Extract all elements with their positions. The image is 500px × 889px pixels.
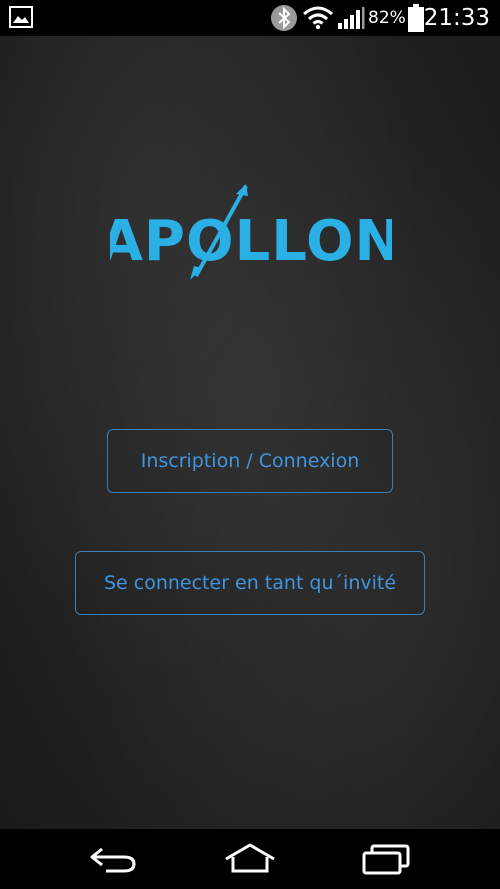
back-icon[interactable] xyxy=(88,843,140,875)
navigation-bar xyxy=(0,829,500,889)
status-clock: 21:33 xyxy=(423,5,490,31)
login-signup-button[interactable]: Inscription / Connexion xyxy=(107,429,393,493)
recents-icon[interactable] xyxy=(360,843,412,875)
logo-text: APOLLON xyxy=(110,209,392,274)
signal-icon xyxy=(338,7,365,29)
wifi-icon xyxy=(303,6,333,30)
app-screen: 82% 21:33 APOLLON Inscription / Connexio… xyxy=(0,0,500,889)
apollon-logo: APOLLON xyxy=(110,184,392,280)
login-signup-label: Inscription / Connexion xyxy=(140,450,360,472)
guest-login-label: Se connecter en tant qu´invité xyxy=(103,572,397,594)
battery-percent: 82% xyxy=(368,8,406,28)
main-content: APOLLON Inscription / Connexion Se conne… xyxy=(0,36,500,829)
bluetooth-icon xyxy=(271,5,297,31)
guest-login-button[interactable]: Se connecter en tant qu´invité xyxy=(75,551,425,615)
status-bar: 82% 21:33 xyxy=(0,0,500,36)
battery-icon xyxy=(408,4,424,32)
home-icon[interactable] xyxy=(222,841,278,875)
gallery-icon xyxy=(9,6,33,28)
